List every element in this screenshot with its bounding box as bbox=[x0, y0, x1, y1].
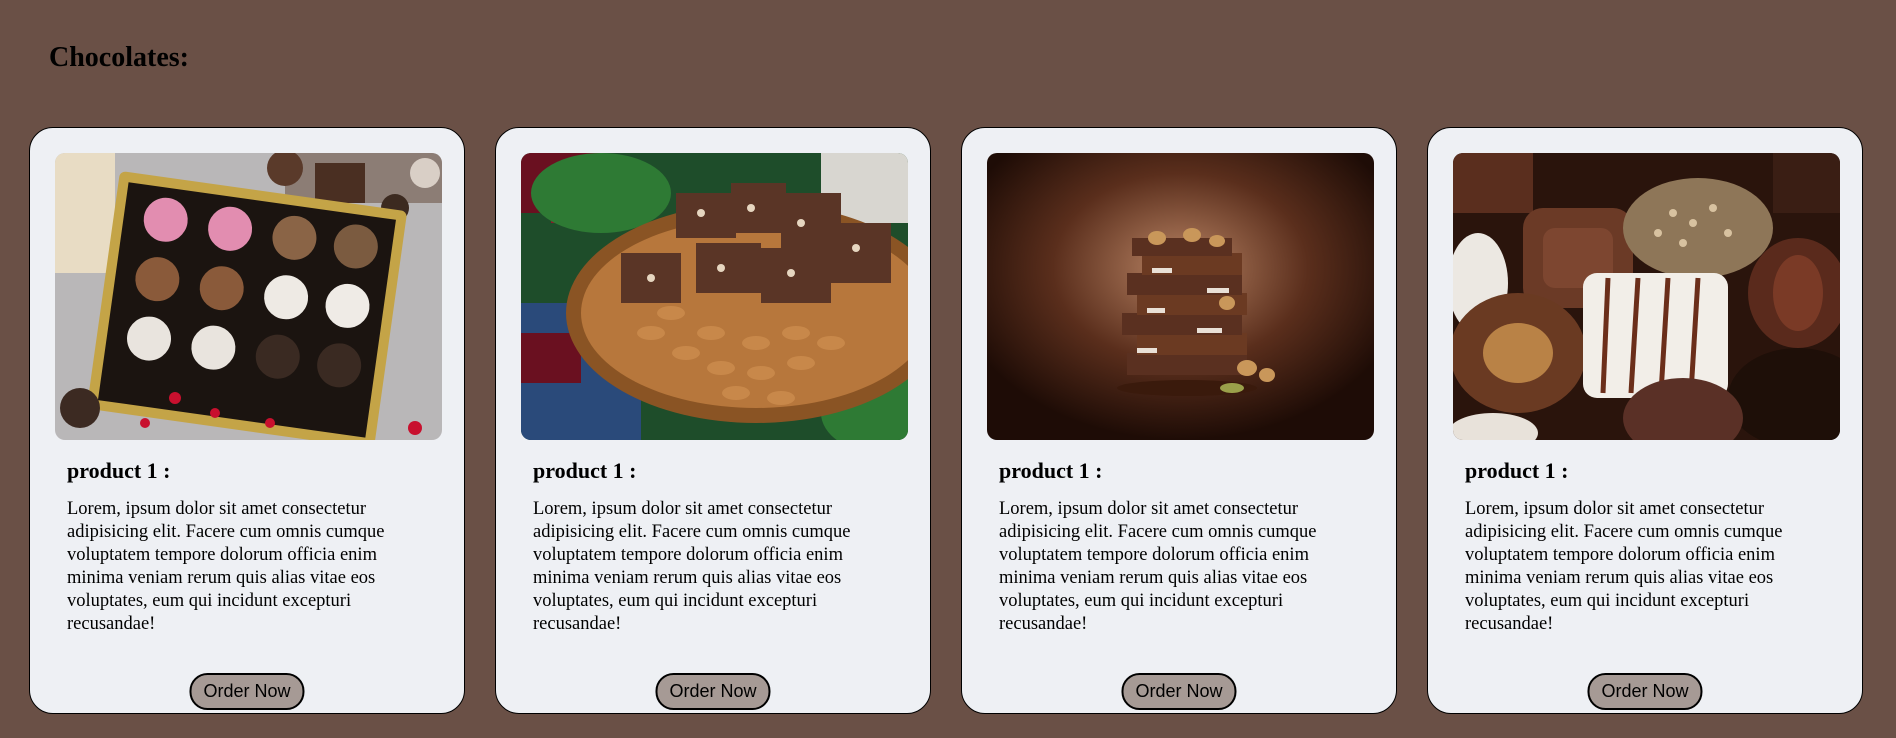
product-description: Lorem, ipsum dolor sit amet consectetur … bbox=[67, 499, 385, 634]
order-now-button[interactable]: Order Now bbox=[1121, 673, 1237, 710]
product-image-assorted-pralines bbox=[1453, 153, 1840, 440]
order-now-button[interactable]: Order Now bbox=[655, 673, 771, 710]
product-description: Lorem, ipsum dolor sit amet consectetur … bbox=[1465, 499, 1783, 634]
product-image-almond-basket bbox=[521, 153, 908, 440]
product-title: product 1 : bbox=[999, 458, 1103, 483]
product-image-chocolate-box bbox=[55, 153, 442, 440]
order-now-button[interactable]: Order Now bbox=[1587, 673, 1703, 710]
page-title: Chocolates: bbox=[49, 42, 189, 73]
product-title: product 1 : bbox=[533, 458, 637, 483]
product-card: product 1 : Lorem, ipsum dolor sit amet … bbox=[495, 127, 931, 714]
product-title: product 1 : bbox=[67, 458, 171, 483]
product-card: product 1 : Lorem, ipsum dolor sit amet … bbox=[961, 127, 1397, 714]
product-title: product 1 : bbox=[1465, 458, 1569, 483]
product-description: Lorem, ipsum dolor sit amet consectetur … bbox=[999, 499, 1317, 634]
product-card: product 1 : Lorem, ipsum dolor sit amet … bbox=[1427, 127, 1863, 714]
product-description: Lorem, ipsum dolor sit amet consectetur … bbox=[533, 499, 851, 634]
product-card: product 1 : Lorem, ipsum dolor sit amet … bbox=[29, 127, 465, 714]
order-now-button[interactable]: Order Now bbox=[189, 673, 305, 710]
product-list: product 1 : Lorem, ipsum dolor sit amet … bbox=[29, 127, 1863, 714]
product-image-chocolate-stack bbox=[987, 153, 1374, 440]
